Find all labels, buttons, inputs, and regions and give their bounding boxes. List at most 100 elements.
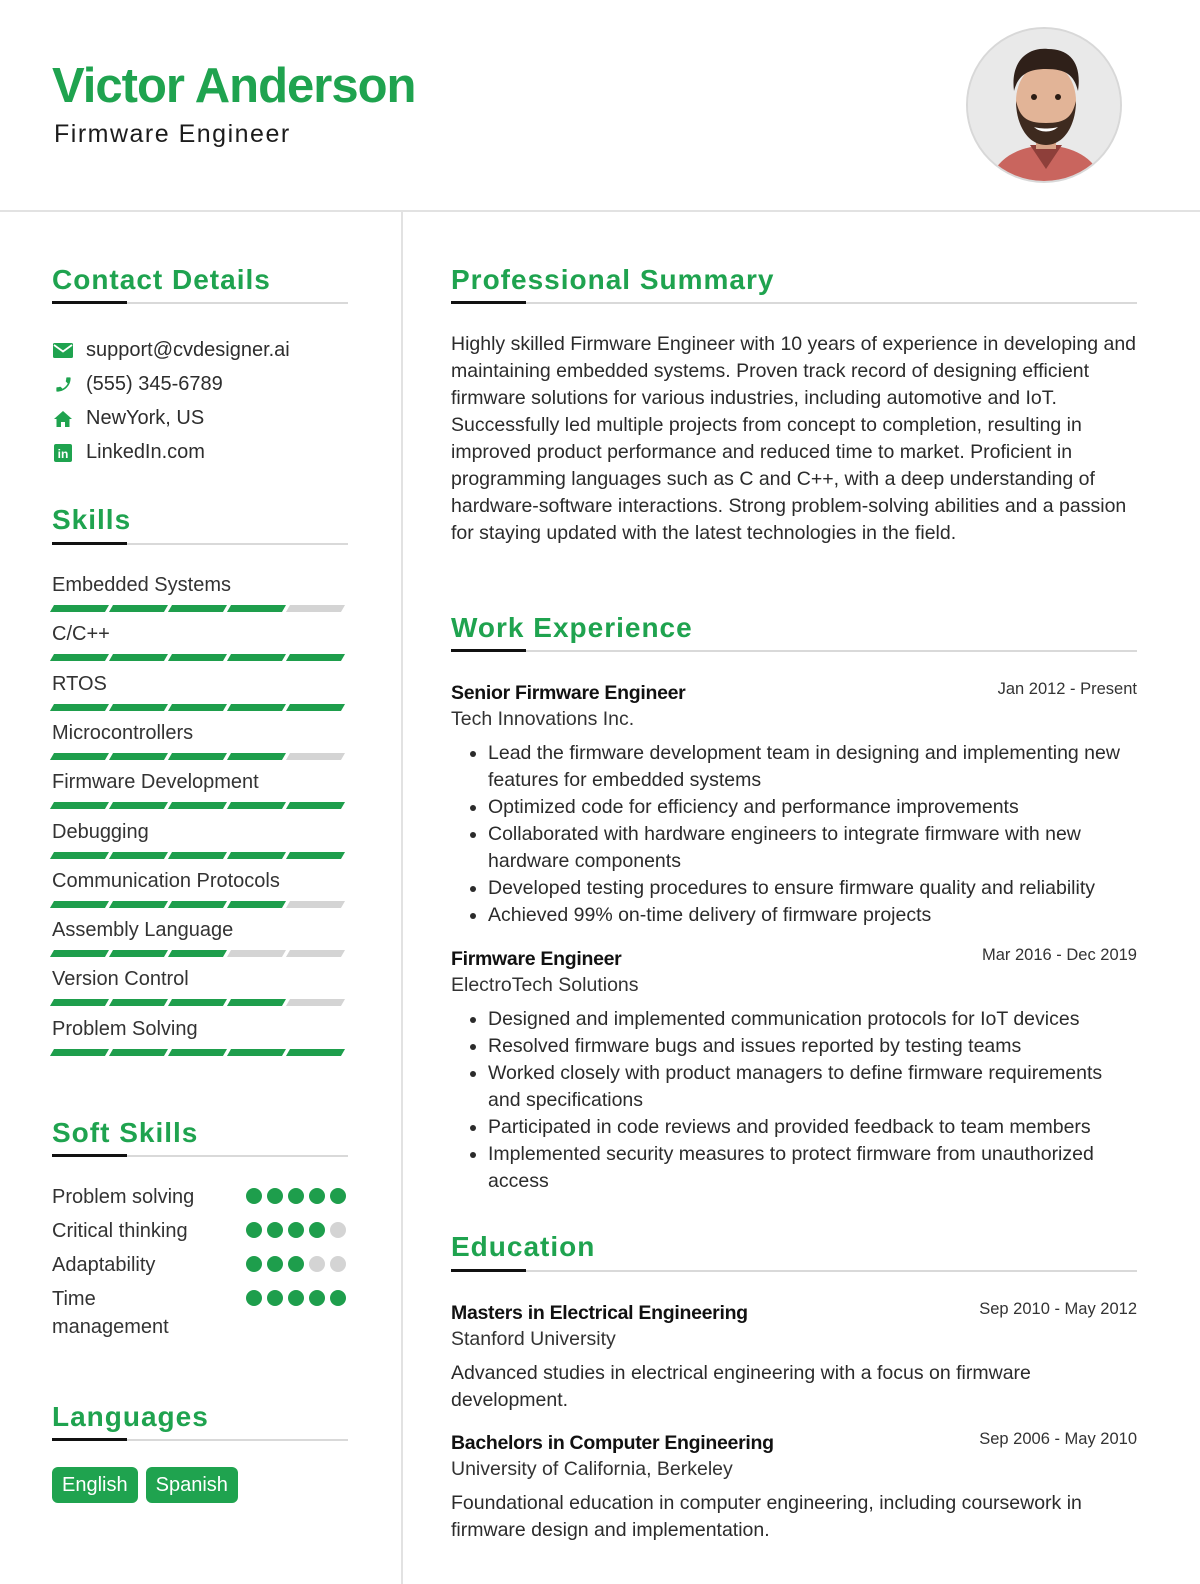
rating-dot-empty [309,1256,325,1272]
job-bullet: Participated in code reviews and provide… [488,1114,1137,1141]
svg-text:in: in [58,447,69,461]
school-name: Stanford University [451,1328,616,1350]
rating-dot-filled [246,1188,262,1204]
skill-item: Problem Solving [49,1017,348,1056]
skill-label: Problem Solving [52,1018,198,1040]
skill-segment-filled [108,950,169,957]
skill-label: C/C++ [52,623,110,645]
contact-value: NewYork, US [86,407,205,429]
skill-segment-filled [167,605,228,612]
skill-item: Microcontrollers [49,721,348,760]
education-entry: Masters in Electrical Engineering Sep 20… [451,1300,1137,1414]
section-rule [52,1154,348,1157]
contact-email[interactable]: support@cvdesigner.ai [52,339,290,362]
skill-segment-filled [226,1049,287,1056]
skill-level-bar [49,802,348,809]
skill-segment-filled [226,704,287,711]
soft-skill-label: Time management [52,1288,169,1338]
section-heading-education: Education [451,1231,596,1262]
job-company: Tech Innovations Inc. [451,708,635,730]
job-entry: Senior Firmware Engineer Jan 2012 - Pres… [451,680,1137,929]
section-heading-summary: Professional Summary [451,264,775,295]
skill-level-bar [49,999,348,1006]
rating-dot-filled [309,1188,325,1204]
skill-level-bar [49,704,348,711]
skill-segment-filled [226,802,287,809]
skill-segment-filled [285,654,346,661]
section-rule [451,301,1137,304]
rating-dot-filled [330,1290,346,1306]
contact-location[interactable]: NewYork, US [52,407,204,430]
contact-value: LinkedIn.com [86,441,205,463]
skill-segment-filled [49,852,110,859]
skill-segment-filled [108,852,169,859]
job-bullet: Achieved 99% on-time delivery of firmwar… [488,902,1137,929]
skill-segment-filled [49,950,110,957]
skill-segment-filled [49,654,110,661]
skill-level-bar [49,654,348,661]
contact-phone[interactable]: (555) 345-6789 [52,373,223,396]
skill-level-bar [49,753,348,760]
skill-label: Assembly Language [52,919,234,941]
languages-list: English Spanish [52,1467,238,1503]
job-company: ElectroTech Solutions [451,974,639,996]
soft-skill-rating [246,1222,346,1238]
skill-segment-empty [285,950,346,957]
skill-segment-filled [49,753,110,760]
skill-segment-filled [226,901,287,908]
skill-segment-filled [226,852,287,859]
skill-level-bar [49,950,348,957]
linkedin-icon: in [52,442,74,464]
skill-segment-empty [285,605,346,612]
skill-segment-filled [285,1049,346,1056]
skill-segment-filled [167,852,228,859]
rating-dot-filled [309,1290,325,1306]
rating-dot-filled [288,1256,304,1272]
section-rule [52,301,348,304]
column-divider [401,212,403,1584]
skill-segment-filled [108,704,169,711]
skill-segment-filled [49,605,110,612]
job-bullets: Designed and implemented communication p… [451,1006,1137,1195]
rating-dot-filled [288,1188,304,1204]
soft-skill-item: Adaptability [52,1251,348,1279]
rating-dot-filled [246,1290,262,1306]
skill-item: Firmware Development [49,770,348,809]
section-rule [451,1269,1137,1272]
skill-segment-empty [285,753,346,760]
section-rule [52,542,348,545]
school-name: University of California, Berkeley [451,1458,733,1480]
skill-item: Version Control [49,967,348,1006]
candidate-title: Firmware Engineer [54,120,291,148]
job-bullet: Designed and implemented communication p… [488,1006,1137,1033]
candidate-name: Victor Anderson [52,59,416,113]
rating-dot-filled [330,1188,346,1204]
rating-dot-filled [267,1188,283,1204]
skill-item: Debugging [49,820,348,859]
job-bullet: Resolved firmware bugs and issues report… [488,1033,1137,1060]
rating-dot-empty [330,1222,346,1238]
avatar [966,27,1122,183]
education-dates: Sep 2010 - May 2012 [979,1300,1137,1318]
soft-skill-item: Critical thinking [52,1217,348,1245]
skill-segment-filled [226,753,287,760]
skill-segment-filled [167,950,228,957]
skill-segment-filled [108,999,169,1006]
skill-segment-empty [285,901,346,908]
section-heading-languages: Languages [52,1401,209,1432]
skill-segment-filled [226,654,287,661]
section-heading-soft-skills: Soft Skills [52,1117,199,1148]
contact-linkedin[interactable]: in LinkedIn.com [52,441,205,464]
skill-segment-filled [49,901,110,908]
section-rule [52,1438,348,1441]
resume-header: Victor Anderson Firmware Engineer [0,0,1200,212]
job-bullet: Collaborated with hardware engineers to … [488,821,1137,875]
language-badge: English [52,1467,138,1503]
skill-segment-filled [49,704,110,711]
soft-skill-label: Problem solving [52,1186,195,1208]
rating-dot-filled [309,1222,325,1238]
phone-icon [52,374,74,396]
skill-segment-empty [285,999,346,1006]
skill-item: C/C++ [49,622,348,661]
skill-segment-filled [226,605,287,612]
